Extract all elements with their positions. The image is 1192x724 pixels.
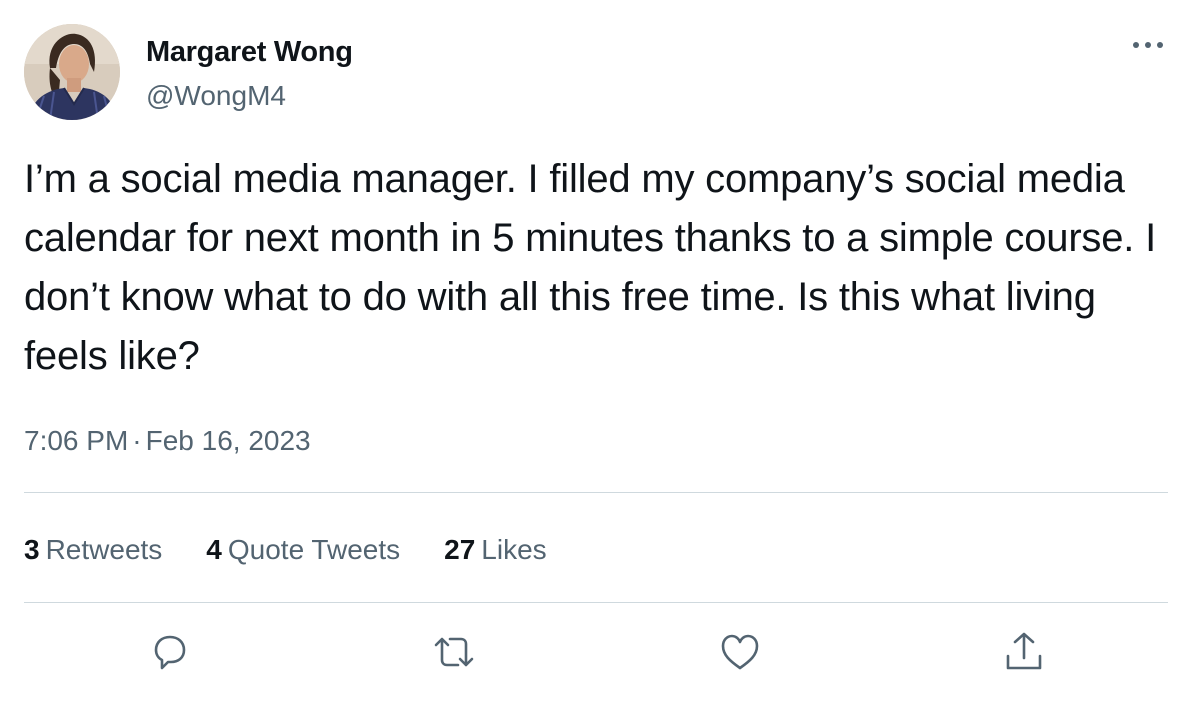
user-handle[interactable]: @WongM4 [146,78,353,114]
tweet-time[interactable]: 7:06 PM [24,425,128,456]
tweet-card: Margaret Wong @WongM4 I’m a social media… [0,0,1192,724]
divider-bottom [24,602,1168,603]
tweet-timestamp[interactable]: 7:06 PM · Feb 16, 2023 [24,421,311,461]
divider-top [24,492,1168,493]
timestamp-separator: · [132,425,142,456]
quote-tweets-count: 4 [206,534,222,565]
tweet-date[interactable]: Feb 16, 2023 [146,425,311,456]
more-options-button[interactable] [1128,30,1168,60]
reply-button[interactable] [146,628,194,676]
quote-tweets-stat[interactable]: 4 Quote Tweets [206,530,400,570]
retweet-arrows-icon [434,637,474,667]
retweets-count: 3 [24,534,40,565]
likes-stat[interactable]: 27 Likes [444,530,547,570]
quote-tweets-label: Quote Tweets [227,534,401,565]
more-dots-icon [1133,42,1163,48]
likes-label: Likes [481,534,547,565]
avatar-image [24,24,120,120]
display-name[interactable]: Margaret Wong [146,34,353,70]
tweet-text: I’m a social media manager. I filled my … [24,157,1157,378]
retweets-stat[interactable]: 3 Retweets [24,530,162,570]
retweet-button[interactable] [430,628,478,676]
tweet-header: Margaret Wong @WongM4 [24,24,1168,122]
share-upload-icon [1006,632,1042,670]
tweet-stats: 3 Retweets 4 Quote Tweets 27 Likes [24,530,591,570]
share-button[interactable] [1000,628,1048,676]
retweets-label: Retweets [45,534,163,565]
likes-count: 27 [444,534,476,565]
heart-icon [721,634,759,670]
like-button[interactable] [716,628,764,676]
user-info: Margaret Wong @WongM4 [146,34,353,114]
reply-bubble-icon [154,635,186,670]
avatar[interactable] [24,24,120,120]
